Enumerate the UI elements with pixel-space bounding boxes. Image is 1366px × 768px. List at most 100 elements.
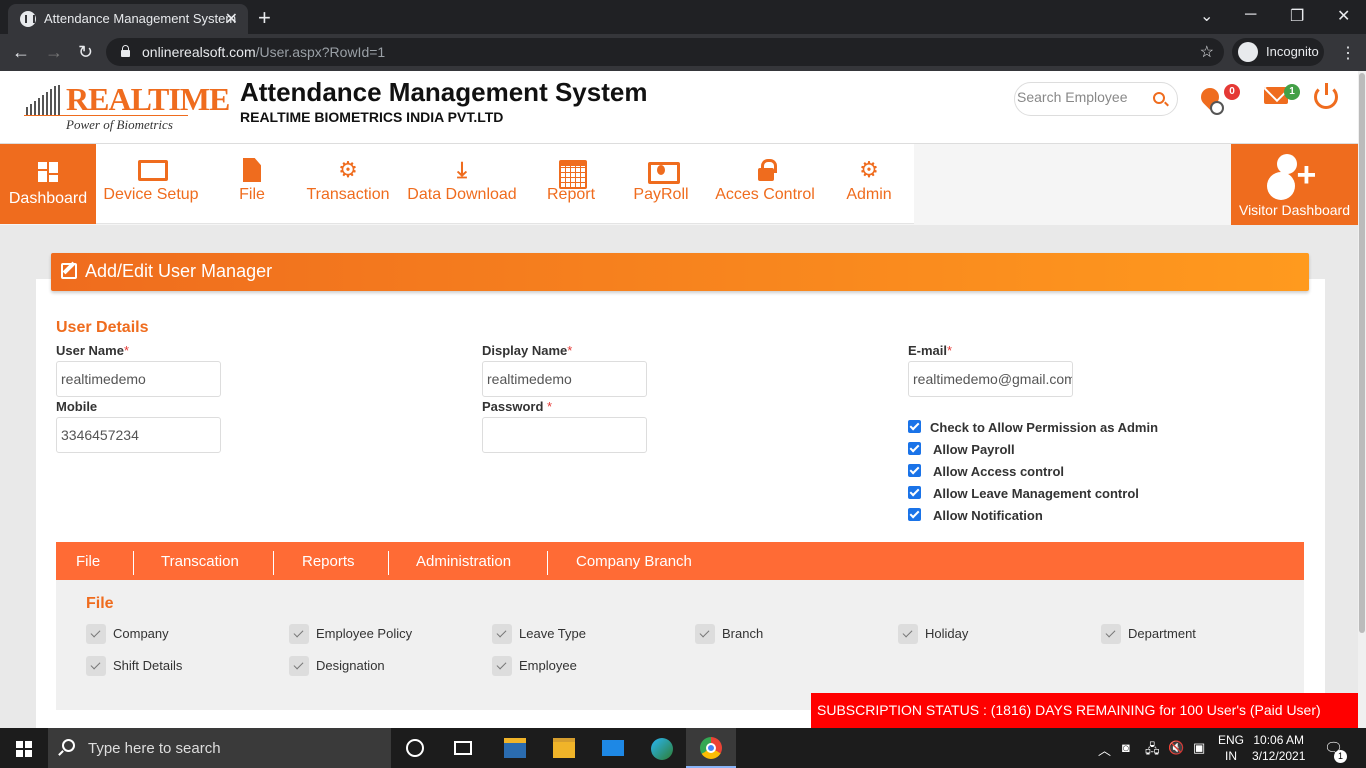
lang-bottom: IN	[1225, 749, 1237, 763]
check-icon[interactable]	[898, 624, 918, 644]
cortana-icon[interactable]	[406, 739, 424, 757]
forward-icon[interactable]: →	[45, 42, 63, 63]
check-icon[interactable]	[1101, 624, 1121, 644]
power-logout-icon[interactable]	[1314, 82, 1338, 109]
check-icon[interactable]	[695, 624, 715, 644]
task-view-icon[interactable]	[454, 741, 472, 755]
url-field[interactable]: onlinerealsoft.com/User.aspx?RowId=1 ☆	[106, 38, 1224, 66]
employee-search[interactable]	[1014, 82, 1178, 116]
location-clock-icon[interactable]	[1200, 87, 1224, 115]
close-window-icon[interactable]: ✕	[1337, 6, 1350, 26]
page-scrollbar[interactable]	[1358, 71, 1366, 728]
incognito-icon	[1238, 42, 1258, 62]
scrollbar-thumb[interactable]	[1359, 73, 1365, 633]
minimize-icon[interactable]: ─	[1245, 6, 1256, 24]
reload-icon[interactable]: ↻	[78, 42, 93, 63]
browser-menu-icon[interactable]: ⋮	[1340, 43, 1356, 63]
menu-item-device-setup[interactable]: Device Setup	[100, 144, 202, 224]
check-icon[interactable]	[289, 624, 309, 644]
browser-tab-bar: Attendance Management System ✕ + ⌄ ─ ❐ ✕	[0, 0, 1366, 34]
dashboard-icon	[35, 160, 61, 184]
incognito-indicator[interactable]: Incognito	[1232, 38, 1324, 66]
tab-reports[interactable]: Reports	[302, 553, 355, 570]
employee-search-input[interactable]	[1017, 89, 1147, 105]
back-icon[interactable]: ←	[12, 42, 30, 63]
taskbar-search-text: Type here to search	[88, 740, 221, 757]
username-field[interactable]: realtimedemo	[56, 361, 221, 397]
check-icon[interactable]	[86, 656, 106, 676]
mail-badge: 1	[1284, 84, 1300, 100]
menu-item-admin[interactable]: ⚙ Admin	[842, 144, 896, 224]
file-explorer-icon[interactable]	[553, 738, 575, 758]
menu-item-dashboard[interactable]: Dashboard	[0, 144, 96, 224]
display-name-field[interactable]: realtimedemo	[482, 361, 647, 397]
checkbox-checked-icon[interactable]	[908, 442, 921, 455]
email-field[interactable]: realtimedemo@gmail.com	[908, 361, 1073, 397]
visitor-dashboard-button[interactable]: Visitor Dashboard	[1231, 144, 1358, 225]
menu-label-transaction: Transaction	[306, 186, 390, 203]
close-tab-icon[interactable]: ✕	[225, 9, 238, 29]
checkbox-label: Allow Access control	[933, 464, 1064, 479]
windows-taskbar: Type here to search ︿ ◙ 🖧 🔇 ▣ ENG IN 10:…	[0, 728, 1366, 768]
check-icon[interactable]	[492, 624, 512, 644]
browser-tab-title: Attendance Management System	[44, 11, 237, 26]
menu-item-report[interactable]: Report	[540, 144, 602, 224]
checkbox-checked-icon[interactable]	[908, 464, 921, 477]
check-icon[interactable]	[492, 656, 512, 676]
restore-icon[interactable]: ❐	[1290, 6, 1304, 26]
browser-tab[interactable]: Attendance Management System ✕	[8, 4, 248, 34]
subscription-status-banner: SUBSCRIPTION STATUS : (1816) DAYS REMAIN…	[811, 693, 1360, 728]
main-menu: Dashboard Device Setup File ⚙ Transactio…	[0, 144, 1358, 225]
menu-item-payroll[interactable]: PayRoll	[628, 144, 694, 224]
network-icon[interactable]: 🖧	[1145, 740, 1160, 762]
store-icon[interactable]	[504, 738, 526, 758]
checkbox-label: Check to Allow Permission as Admin	[930, 420, 1159, 435]
checkbox-checked-icon[interactable]	[908, 486, 921, 499]
edge-icon[interactable]	[651, 738, 673, 760]
checkbox-label: Allow Leave Management control	[933, 486, 1139, 501]
url-host: onlinerealsoft.com	[142, 44, 256, 60]
tab-search-icon[interactable]: ⌄	[1200, 6, 1213, 26]
projection-icon[interactable]: ▣	[1193, 740, 1205, 756]
bookmark-star-icon[interactable]: ☆	[1200, 42, 1214, 62]
check-icon[interactable]	[289, 656, 309, 676]
lock-icon	[752, 158, 778, 182]
menu-label-data-download: Data Download	[407, 186, 517, 203]
mail-app-icon[interactable]	[602, 740, 624, 756]
tray-chevron-icon[interactable]: ︿	[1098, 740, 1111, 759]
new-tab-icon[interactable]: +	[258, 5, 271, 31]
menu-item-transaction[interactable]: ⚙ Transaction	[302, 144, 394, 224]
logo-text: REALTIME	[66, 81, 230, 117]
tab-divider	[388, 551, 389, 575]
email-label: E-mail*	[908, 343, 953, 358]
taskbar-search[interactable]: Type here to search	[48, 728, 391, 768]
lang-top: ENG	[1218, 733, 1245, 747]
checkbox-checked-icon[interactable]	[908, 420, 921, 433]
gears-icon: ⚙	[859, 157, 879, 182]
app-header: REALTIME Power of Biometrics Attendance …	[0, 71, 1358, 144]
tab-administration[interactable]: Administration	[416, 553, 511, 570]
windows-start-icon[interactable]	[16, 741, 32, 757]
system-clock[interactable]: 10:06 AM 3/12/2021	[1252, 732, 1305, 764]
check-icon[interactable]	[86, 624, 106, 644]
mobile-field[interactable]: 3346457234	[56, 417, 221, 453]
tab-company-branch[interactable]: Company Branch	[576, 553, 692, 570]
clock-date: 3/12/2021	[1252, 749, 1306, 763]
menu-item-data-download[interactable]: ⤓ Data Download	[404, 144, 520, 224]
calendar-icon	[558, 158, 587, 189]
tab-file[interactable]: File	[76, 553, 100, 570]
tab-transcation[interactable]: Transcation	[161, 553, 239, 570]
language-indicator[interactable]: ENG IN	[1218, 732, 1244, 764]
search-icon	[62, 739, 75, 752]
chrome-taskbar-button[interactable]	[686, 728, 736, 768]
username-label: User Name*	[56, 343, 129, 358]
menu-item-file[interactable]: File	[222, 144, 282, 224]
checkbox-checked-icon[interactable]	[908, 508, 921, 521]
meet-now-icon[interactable]: ◙	[1122, 740, 1130, 755]
menu-item-access-control[interactable]: Acces Control	[712, 144, 818, 224]
incognito-favicon-icon	[20, 11, 36, 27]
volume-muted-icon[interactable]: 🔇	[1168, 740, 1184, 756]
search-icon[interactable]	[1153, 92, 1165, 104]
password-field[interactable]	[482, 417, 647, 453]
logo-tagline: Power of Biometrics	[66, 117, 173, 132]
